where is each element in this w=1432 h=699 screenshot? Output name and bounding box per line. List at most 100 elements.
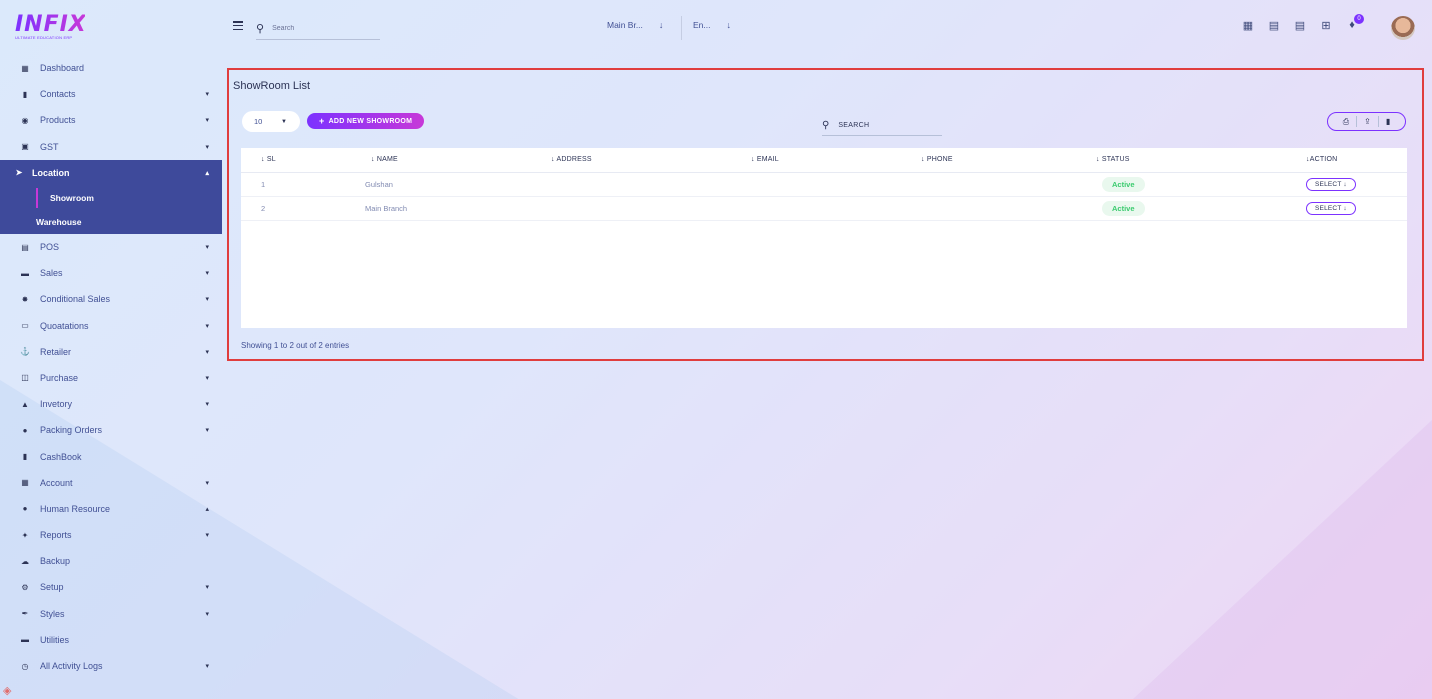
calculator-icon[interactable]: ▦ (1242, 19, 1254, 32)
sidebar-item-label: Styles (40, 608, 65, 619)
sidebar-item-gst[interactable]: ▣ GST ▾ (0, 134, 222, 160)
divider (681, 16, 682, 40)
sidebar-item-pos[interactable]: ▤ POS ▾ (0, 234, 222, 260)
cloud-icon: ☁ (21, 556, 29, 566)
column-header-email[interactable]: ↓ EMAIL (751, 148, 921, 173)
caret-down-icon: ▾ (205, 296, 209, 304)
caret-down-icon: ▾ (205, 401, 209, 409)
bell-icon[interactable]: ♦ 0 (1346, 14, 1364, 31)
reports-icon: ✦ (21, 530, 29, 540)
location-arrow-icon: ➤ (15, 168, 23, 178)
table-search-input[interactable] (838, 122, 929, 129)
caret-down-icon: ▾ (205, 584, 209, 592)
menu-toggle-icon[interactable] (233, 21, 243, 31)
avatar[interactable] (1391, 16, 1415, 40)
sidebar-menu: ▦ Dashboard ▮ Contacts ▾ ◉ Products ▾ ▣ … (0, 55, 222, 679)
sidebar-item-label: Contacts (40, 89, 76, 100)
caret-down-icon: ▾ (205, 322, 209, 330)
caret-down-icon: ▾ (205, 374, 209, 382)
column-header-name[interactable]: ↓ NAME (361, 148, 551, 173)
column-header-address[interactable]: ↓ ADDRESS (551, 148, 751, 173)
caret-down-icon: ▾ (205, 244, 209, 252)
sidebar-item-conditional-sales[interactable]: ✸ Conditional Sales ▾ (0, 286, 222, 312)
column-header-action[interactable]: ↓ACTION (1306, 148, 1407, 173)
sidebar-item-contacts[interactable]: ▮ Contacts ▾ (0, 81, 222, 107)
sidebar-item-quotations[interactable]: ▭ Quoatations ▾ (0, 313, 222, 339)
purchase-icon: ◫ (21, 373, 29, 383)
sidebar-item-label: Utilities (40, 634, 70, 645)
sidebar-item-cashbook[interactable]: ▮ CashBook (0, 443, 222, 469)
sidebar-item-label: Human Resource (40, 503, 111, 514)
caret-down-icon: ▼ (281, 118, 287, 125)
language-select[interactable]: En... ↓ (693, 20, 731, 30)
table-row: 1 Gulshan Active SELECT ↓ (241, 172, 1407, 197)
sidebar-item-label: POS (40, 242, 60, 253)
table-search: ⚲ (822, 116, 942, 136)
sidebar-item-label: Purchase (40, 372, 79, 383)
sidebar-item-utilities[interactable]: ▬ Utilities (0, 627, 222, 653)
submenu-item-showroom[interactable]: Showroom (0, 186, 222, 210)
search-icon: ⚲ (822, 120, 830, 131)
column-header-phone[interactable]: ↓ PHONE (921, 148, 1096, 173)
sidebar-item-human-resource[interactable]: ● Human Resource ▴ (0, 496, 222, 522)
sidebar-item-label: Sales (40, 268, 63, 279)
page-title: ShowRoom List (233, 80, 311, 92)
caret-up-icon: ▴ (205, 169, 209, 177)
sidebar-item-dashboard[interactable]: ▦ Dashboard (0, 55, 222, 81)
sidebar-item-label: All Activity Logs (40, 661, 103, 672)
table-row: 2 Main Branch Active SELECT ↓ (241, 196, 1407, 221)
showroom-table: ↓ SL ↓ NAME ↓ ADDRESS ↓ EMAIL ↓ PHONE ↓ … (241, 148, 1407, 328)
caret-down-icon: ▾ (205, 532, 209, 540)
branch-select[interactable]: Main Br... ↓ (607, 20, 663, 30)
sidebar-item-backup[interactable]: ☁ Backup (0, 548, 222, 574)
plus-square-icon[interactable]: ⊞ (1320, 19, 1332, 32)
sidebar-item-location[interactable]: ➤ Location ▴ (0, 159, 222, 186)
select-action-button[interactable]: SELECT ↓ (1306, 177, 1356, 191)
column-header-sl[interactable]: ↓ SL (241, 148, 361, 173)
sidebar-item-products[interactable]: ◉ Products ▾ (0, 107, 222, 133)
sidebar-item-label: Quoatations (40, 320, 89, 331)
sales-icon: ▬ (21, 268, 29, 278)
submenu-item-warehouse[interactable]: Warehouse (0, 210, 222, 234)
calculator-icon: ▦ (21, 478, 29, 488)
sidebar-item-packing-orders[interactable]: ● Packing Orders ▾ (0, 417, 222, 443)
caret-down-icon: ▾ (205, 663, 209, 671)
sidebar-item-inventory[interactable]: ▲ Invetory ▾ (0, 391, 222, 417)
gear-icon: ⚙ (21, 582, 29, 592)
pos-icon[interactable]: ▤ (1268, 19, 1280, 32)
sidebar-item-styles[interactable]: ✒ Styles ▾ (0, 601, 222, 627)
clock-icon: ◷ (21, 661, 29, 671)
per-page-select[interactable]: 10 ▼ (242, 111, 300, 132)
header-search: ⚲ (256, 18, 380, 40)
book-open-icon[interactable]: ▤ (1294, 19, 1306, 32)
select-action-button[interactable]: SELECT ↓ (1306, 201, 1356, 215)
export-buttons: ⎙ ⇪ ▮ (1327, 112, 1406, 131)
showroom-panel: ShowRoom List 10 ▼ + ADD NEW SHOWROOM ⚲ … (227, 68, 1424, 361)
export-icon[interactable]: ⇪ (1361, 117, 1374, 126)
sidebar-item-account[interactable]: ▦ Account ▾ (0, 470, 222, 496)
gst-icon: ▣ (21, 142, 29, 152)
book-icon: ▮ (22, 452, 28, 462)
sidebar-item-activity-logs[interactable]: ◷ All Activity Logs ▾ (0, 653, 222, 679)
sidebar-item-label: Retailer (40, 346, 72, 357)
caret-down-icon: ▾ (205, 143, 209, 151)
sidebar-item-label: CashBook (40, 451, 82, 462)
logo[interactable]: INFIX ULTIMATE EDUCATION ERP (15, 12, 86, 42)
sidebar-item-purchase[interactable]: ◫ Purchase ▾ (0, 365, 222, 391)
caret-down-icon: ▾ (205, 91, 209, 99)
sidebar-item-label: Invetory (40, 399, 73, 410)
sidebar-item-sales[interactable]: ▬ Sales ▾ (0, 260, 222, 286)
sidebar-item-setup[interactable]: ⚙ Setup ▾ (0, 574, 222, 600)
sidebar-item-retailer[interactable]: ⚓ Retailer ▾ (0, 339, 222, 365)
notification-badge: 0 (1354, 14, 1364, 24)
column-header-status[interactable]: ↓ STATUS (1096, 148, 1306, 173)
retailer-icon: ⚓ (20, 347, 30, 357)
add-showroom-button[interactable]: + ADD NEW SHOWROOM (307, 113, 425, 129)
caret-down-icon: ▾ (205, 427, 209, 435)
caret-down-icon: ▾ (205, 270, 209, 278)
sidebar-item-reports[interactable]: ✦ Reports ▾ (0, 522, 222, 548)
print-icon[interactable]: ⎙ (1340, 117, 1352, 127)
columns-icon[interactable]: ▮ (1383, 117, 1393, 126)
header-search-input[interactable] (272, 25, 373, 32)
top-header: ⚲ Main Br... ↓ En... ↓ ▦ ▤ ▤ ⊞ ♦0 (222, 0, 1432, 55)
